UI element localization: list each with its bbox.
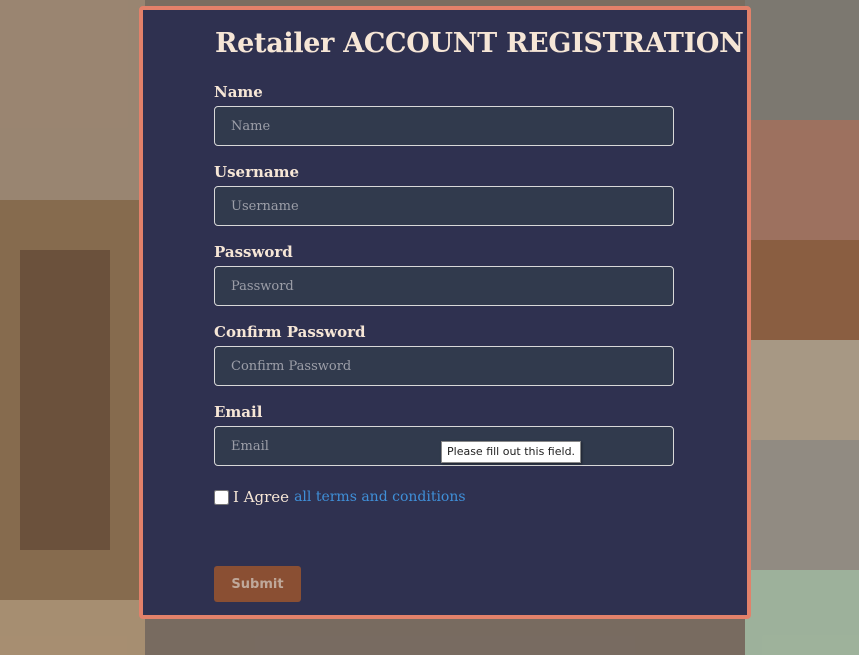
email-label: Email bbox=[214, 403, 263, 421]
submit-button[interactable]: Submit bbox=[214, 566, 301, 602]
page-title: Retailer ACCOUNT REGISTRATION bbox=[215, 28, 744, 59]
registration-panel: Retailer ACCOUNT REGISTRATION Name Usern… bbox=[139, 6, 751, 619]
password-label: Password bbox=[214, 243, 293, 261]
name-input[interactable] bbox=[214, 106, 674, 146]
confirm-password-label: Confirm Password bbox=[214, 323, 366, 341]
username-label: Username bbox=[214, 163, 300, 181]
name-label: Name bbox=[214, 83, 263, 101]
confirm-password-input[interactable] bbox=[214, 346, 674, 386]
terms-agreement-row: I Agree all terms and conditions bbox=[214, 488, 466, 506]
terms-link[interactable]: all terms and conditions bbox=[294, 489, 466, 505]
username-input[interactable] bbox=[214, 186, 674, 226]
validation-tooltip: Please fill out this field. bbox=[441, 441, 582, 463]
agree-checkbox[interactable] bbox=[214, 489, 229, 505]
password-input[interactable] bbox=[214, 266, 674, 306]
agree-label: I Agree bbox=[233, 488, 290, 506]
